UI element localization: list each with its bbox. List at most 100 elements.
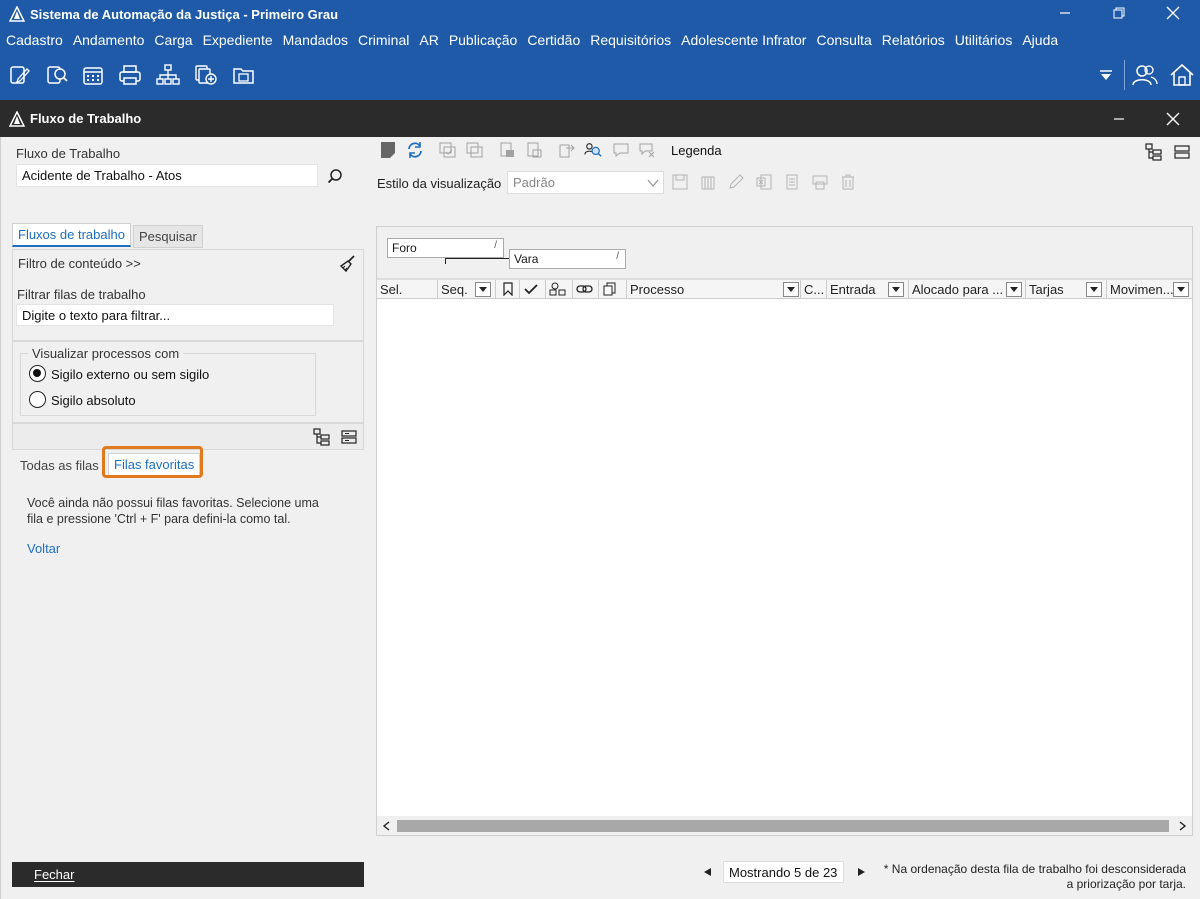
menu-ajuda[interactable]: Ajuda [1017,32,1063,48]
col-processo[interactable]: Processo [627,280,801,299]
col-tarjas-filter[interactable] [1086,282,1102,297]
dropdown-menu-icon[interactable] [1093,62,1119,88]
menu-certidao[interactable]: Certidão [522,32,585,48]
comment-icon[interactable] [612,141,630,159]
menu-criminal[interactable]: Criminal [353,32,414,48]
menu-relatorios[interactable]: Relatórios [877,32,950,48]
fechar-button[interactable]: Fechar [12,862,364,887]
menu-adolescente-infrator[interactable]: Adolescente Infrator [676,32,811,48]
refresh-icon[interactable] [406,141,424,159]
radio-sigilo-absoluto[interactable] [29,391,46,408]
col-users[interactable] [546,280,573,299]
menu-andamento[interactable]: Andamento [68,32,150,48]
col-c[interactable]: C... [801,280,827,299]
print-view-icon[interactable] [811,173,829,191]
menu-publicacao[interactable]: Publicação [444,32,523,48]
ordering-note-line2: a priorização por tarja. [1066,877,1186,891]
calendar-icon[interactable] [80,62,106,88]
filtrar-input[interactable]: Digite o texto para filtrar... [16,304,334,326]
close-icon [1166,6,1180,20]
window-close-button[interactable] [1146,100,1200,137]
menu-carga[interactable]: Carga [149,32,197,48]
pager-prev-icon[interactable] [702,867,712,877]
col-check[interactable] [520,280,546,299]
col-sel[interactable]: Sel. [377,280,438,299]
tab-pesquisar[interactable]: Pesquisar [133,225,203,248]
col-processo-filter[interactable] [783,282,799,297]
hierarchy-icon[interactable] [155,62,181,88]
tab-todas-filas[interactable]: Todas as filas [15,455,104,476]
menu-requisitorios[interactable]: Requisitórios [585,32,676,48]
restore-button[interactable] [1092,0,1146,26]
empty-message-line1: Você ainda não possui filas favoritas. S… [27,496,319,510]
close-app-button[interactable] [1146,0,1200,26]
printer-icon[interactable] [117,62,143,88]
tree-expand-icon[interactable] [313,428,331,446]
users-icon[interactable] [1132,62,1158,88]
menu-ar[interactable]: AR [414,32,443,48]
filtro-conteudo-toggle[interactable]: Filtro de conteúdo >> [18,256,141,271]
edit-doc-icon[interactable] [6,62,32,88]
group-connector-v [445,258,446,264]
minimize-button[interactable] [1038,0,1092,26]
col-processo-label: Processo [630,282,685,297]
tab-fluxos[interactable]: Fluxos de trabalho [12,223,131,247]
legenda-button[interactable]: Legenda [671,143,722,158]
menu-utilitarios[interactable]: Utilitários [950,32,1018,48]
group-chip-foro[interactable]: Foro / [387,238,504,258]
lock-doc-icon[interactable] [499,141,517,159]
delete-comment-icon[interactable] [638,141,656,159]
col-seq-filter[interactable] [475,282,491,297]
search-doc-icon[interactable] [44,62,70,88]
excel-icon[interactable] [755,173,773,191]
minimize-icon [1114,117,1124,120]
empty-message-line2: fila e pressione 'Ctrl + F' para defini-… [27,512,291,526]
scrollbar-thumb[interactable] [397,820,1169,832]
col-bookmark[interactable] [496,280,520,299]
trash-icon[interactable] [839,173,857,191]
col-alocado-filter[interactable] [1006,282,1022,297]
copy-check-icon[interactable] [439,141,457,159]
document-icon[interactable] [783,173,801,191]
col-entrada-filter[interactable] [888,282,904,297]
col-movimento-filter[interactable] [1173,282,1189,297]
search-icon[interactable] [326,167,344,185]
radio-sigilo-externo[interactable] [29,365,46,382]
col-link[interactable] [573,280,599,299]
menu-expediente[interactable]: Expediente [198,32,278,48]
menu-consulta[interactable]: Consulta [811,32,876,48]
broom-icon[interactable] [339,255,357,273]
fluxo-input[interactable]: Acidente de Trabalho - Atos [16,164,318,187]
voltar-link[interactable]: Voltar [27,541,60,556]
bookmark-icon [503,282,513,297]
visualizar-legend: Visualizar processos com [28,346,184,361]
col-doc[interactable] [599,280,627,299]
horizontal-scrollbar[interactable] [377,816,1192,835]
tree-expand-right-icon[interactable] [1145,143,1163,161]
pencil-icon[interactable] [727,173,745,191]
tree-collapse-icon[interactable] [340,428,358,446]
radio-sigilo-externo-label[interactable]: Sigilo externo ou sem sigilo [51,367,209,382]
folder-icon[interactable] [231,62,257,88]
unlock-doc-icon[interactable] [526,141,544,159]
move-doc-icon[interactable] [558,141,576,159]
scroll-left-icon[interactable] [382,821,390,831]
menu-mandados[interactable]: Mandados [278,32,353,48]
scroll-right-icon[interactable] [1179,821,1187,831]
note-icon[interactable] [379,141,397,159]
radio-sigilo-absoluto-label[interactable]: Sigilo absoluto [51,393,136,408]
ordering-note: * Na ordenação desta fila de trabalho fo… [848,862,1186,892]
copy-icon[interactable] [466,141,484,159]
close-icon [1166,112,1180,125]
home-icon[interactable] [1169,62,1195,88]
save-icon[interactable] [671,173,689,191]
archive-icon[interactable] [699,173,717,191]
group-chip-vara[interactable]: Vara / [509,249,626,269]
tree-collapse-right-icon[interactable] [1173,143,1191,161]
window-minimize-button[interactable] [1092,100,1146,137]
col-movimento-label: Movimen... [1110,282,1174,297]
add-docs-icon[interactable] [193,62,219,88]
estilo-select[interactable]: Padrão [507,171,664,194]
search-user-icon[interactable] [584,141,602,159]
menu-cadastro[interactable]: Cadastro [0,32,68,48]
